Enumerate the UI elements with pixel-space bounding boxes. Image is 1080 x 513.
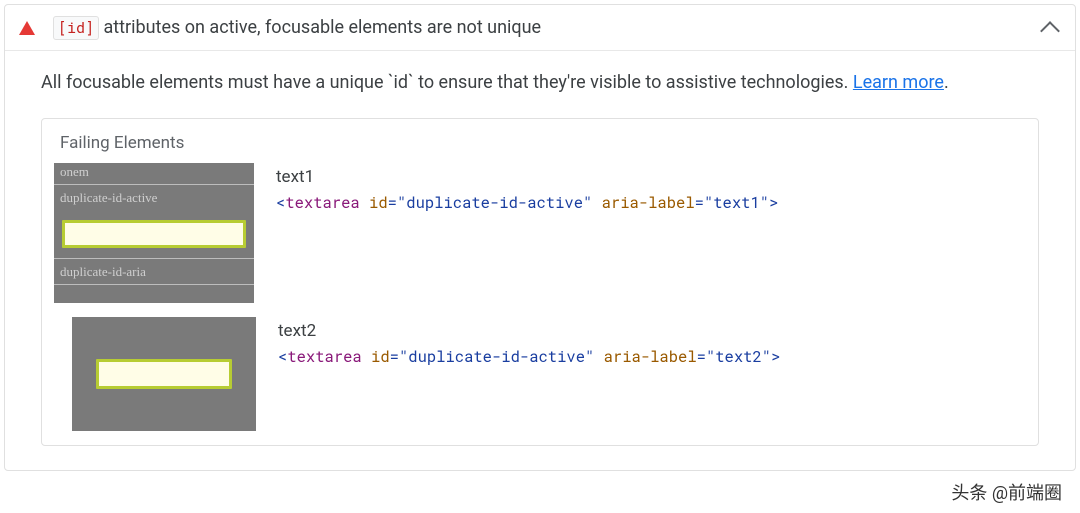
failing-elements-list: onem duplicate-id-active duplicate-id-ar… — [42, 163, 1038, 445]
audit-title: [id] attributes on active, focusable ele… — [53, 15, 1043, 40]
element-label: text1 — [276, 167, 1026, 187]
watermark: 头条 @前端圈 — [951, 479, 1062, 505]
element-code-snippet[interactable]: <textarea id="duplicate-id-active" aria-… — [276, 193, 1026, 213]
description-suffix: . — [944, 72, 949, 93]
failing-elements-panel: Failing Elements onem duplicate-id-activ… — [41, 118, 1039, 446]
element-label: text2 — [278, 321, 1026, 341]
audit-description: All focusable elements must have a uniqu… — [41, 69, 1039, 96]
audit-title-text: attributes on active, focusable elements… — [99, 17, 541, 38]
id-badge: [id] — [53, 16, 99, 40]
element-screenshot-thumb[interactable] — [72, 317, 256, 431]
thumb-label: duplicate-id-aria — [54, 259, 254, 284]
audit-header[interactable]: [id] attributes on active, focusable ele… — [5, 5, 1075, 51]
failing-elements-heading: Failing Elements — [42, 119, 1038, 163]
audit-body: All focusable elements must have a uniqu… — [5, 51, 1075, 470]
highlight-box-icon — [96, 359, 232, 389]
failing-element-meta: text1 <textarea id="duplicate-id-active"… — [276, 163, 1026, 213]
failing-element-meta: text2 <textarea id="duplicate-id-active"… — [278, 317, 1026, 367]
description-text: All focusable elements must have a uniqu… — [41, 72, 853, 93]
chevron-up-icon[interactable] — [1040, 21, 1060, 41]
failing-element-row: onem duplicate-id-active duplicate-id-ar… — [54, 163, 1026, 303]
thumb-label: duplicate-id-active — [54, 185, 254, 210]
element-screenshot-thumb[interactable]: onem duplicate-id-active duplicate-id-ar… — [54, 163, 254, 303]
highlight-box-icon — [62, 220, 246, 248]
fail-triangle-icon — [19, 21, 35, 35]
element-code-snippet[interactable]: <textarea id="duplicate-id-active" aria-… — [278, 347, 1026, 367]
failing-element-row: text2 <textarea id="duplicate-id-active"… — [54, 317, 1026, 431]
thumb-label: onem — [54, 163, 254, 184]
learn-more-link[interactable]: Learn more — [853, 72, 944, 93]
audit-item: [id] attributes on active, focusable ele… — [4, 4, 1076, 471]
